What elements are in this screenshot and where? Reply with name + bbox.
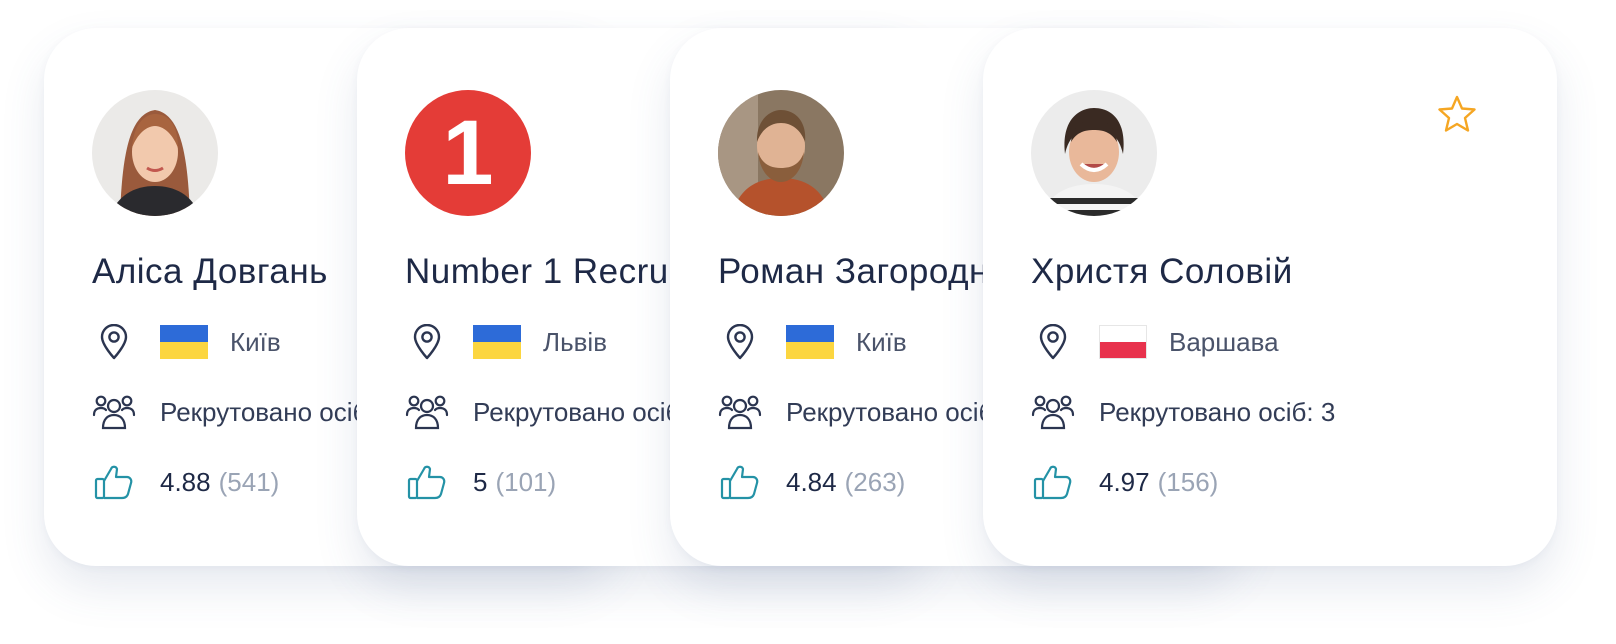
poland-flag-icon [1099,325,1147,359]
reviews-count[interactable]: (541) [219,467,280,498]
rating-row: 4.88 (541) [92,460,279,504]
ukraine-flag-icon [160,325,208,359]
location-row: Київ [92,320,281,364]
location-pin-icon [1031,320,1075,364]
avatar[interactable] [1031,90,1157,216]
thumbs-up-icon [92,460,136,504]
avatar[interactable] [718,90,844,216]
thumbs-up-icon [718,460,762,504]
reviews-count[interactable]: (156) [1158,467,1219,498]
location-pin-icon [92,320,136,364]
thumbs-up-icon [1031,460,1075,504]
rating-value: 4.84 [786,466,837,497]
rating-value: 4.97 [1099,466,1150,497]
recruiter-card[interactable]: Христя Соловій Варшава Рекрутовано осіб:… [983,28,1557,566]
recruited-row: Рекрутовано осіб: 3 [405,390,709,434]
city-label: Київ [856,326,907,357]
recruited-count: Рекрутовано осіб: 3 [1099,396,1336,427]
location-pin-icon [405,320,449,364]
rating-row: 4.97 (156) [1031,460,1218,504]
city-label: Львів [543,326,608,357]
rating-row: 5 (101) [405,460,556,504]
city-label: Київ [230,326,281,357]
ukraine-flag-icon [786,325,834,359]
recruited-row: Рекрутовано осіб: 3 [92,390,396,434]
city-label: Варшава [1169,326,1279,357]
people-icon [92,390,136,434]
star-icon[interactable] [1437,94,1477,134]
rating-value: 5 [473,466,488,497]
people-icon [405,390,449,434]
people-icon [1031,390,1075,434]
reviews-count[interactable]: (263) [845,467,906,498]
ukraine-flag-icon [473,325,521,359]
thumbs-up-icon [405,460,449,504]
recruited-row: Рекрутовано осіб: 3 [718,390,1022,434]
recruited-row: Рекрутовано осіб: 3 [1031,390,1335,434]
reviews-count[interactable]: (101) [495,467,556,498]
location-pin-icon [718,320,762,364]
rating-value: 4.88 [160,466,211,497]
location-row: Київ [718,320,907,364]
people-icon [718,390,762,434]
avatar[interactable] [92,90,218,216]
location-row: Варшава [1031,320,1279,364]
recruiter-name[interactable]: Христя Соловій [1031,252,1557,292]
location-row: Львів [405,320,607,364]
agency-logo[interactable]: 1 [405,90,531,216]
rating-row: 4.84 (263) [718,460,905,504]
